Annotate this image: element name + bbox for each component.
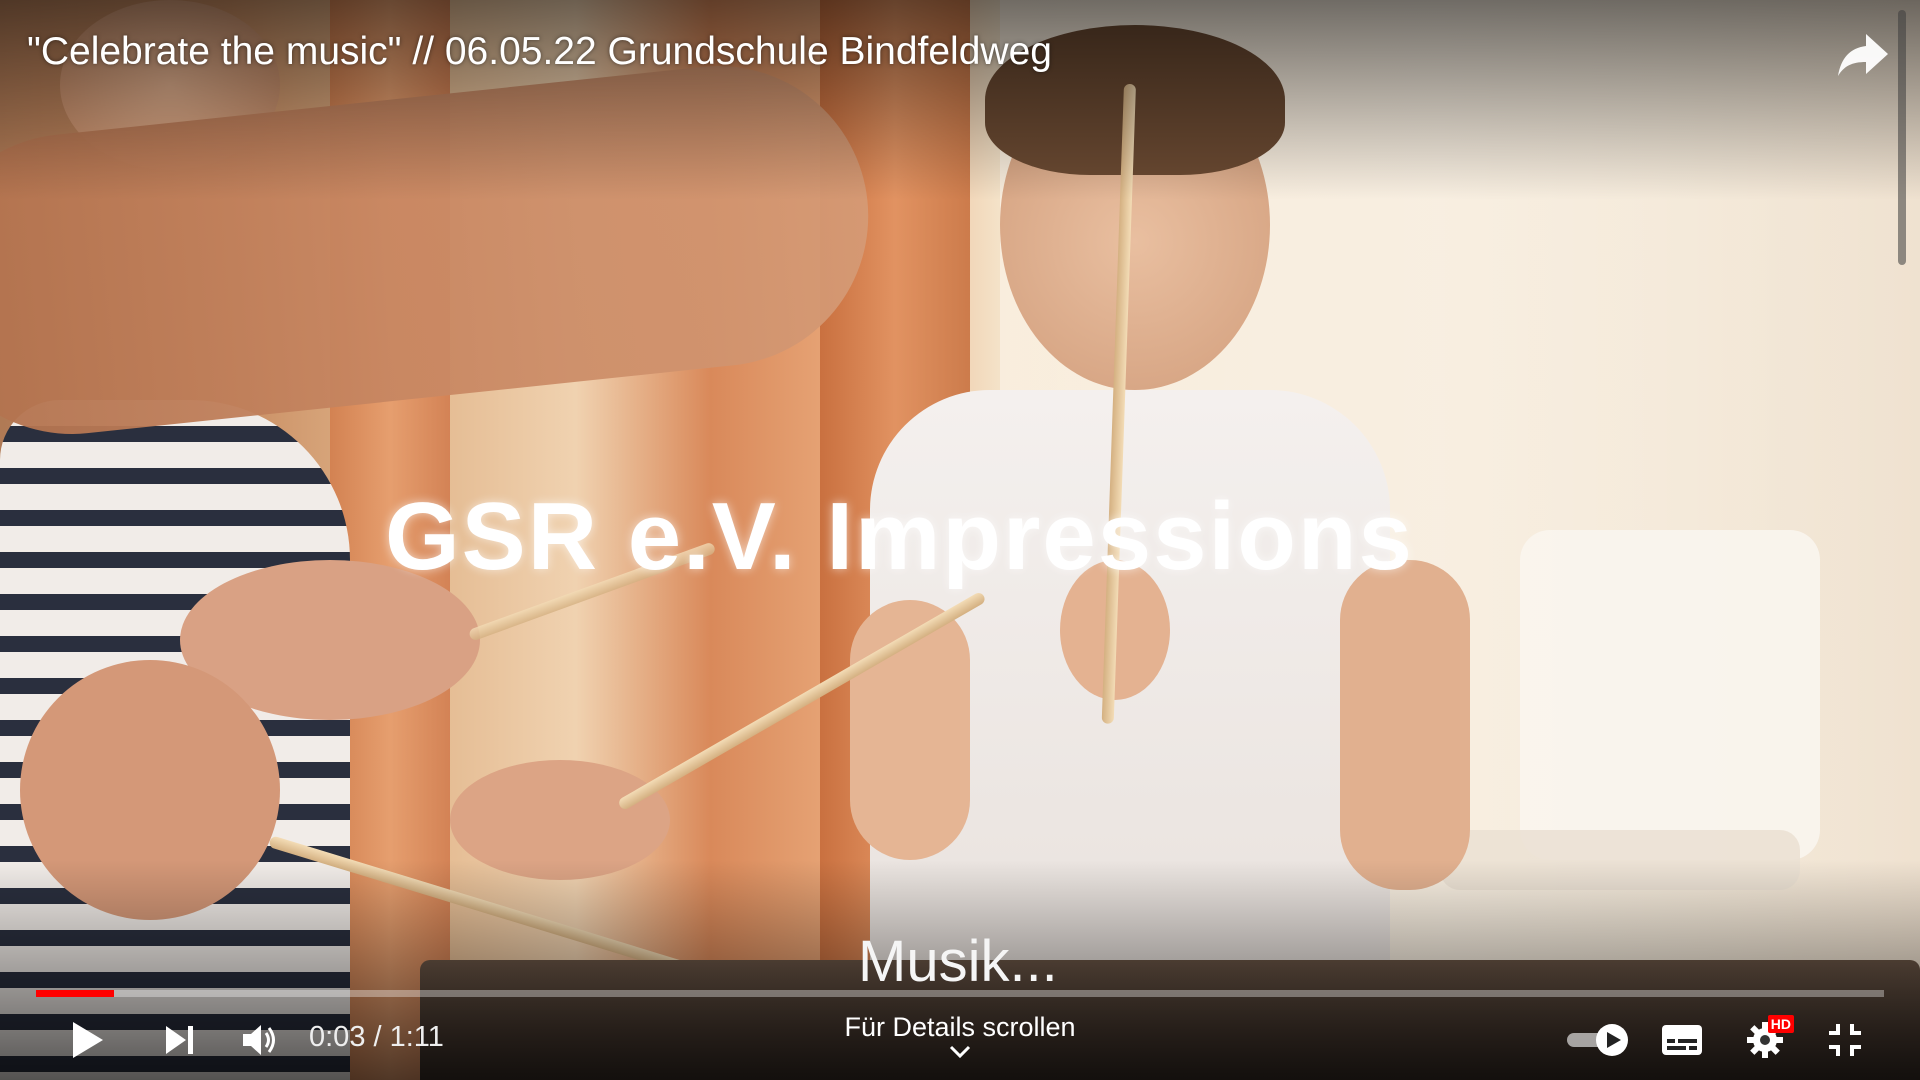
boy-arm <box>1340 560 1470 890</box>
subtitles-button[interactable] <box>1658 1014 1706 1066</box>
autoplay-toggle-icon <box>1567 1024 1628 1056</box>
video-caption-sub: Musik... <box>858 929 1058 994</box>
share-icon <box>1838 34 1888 76</box>
next-icon <box>166 1026 193 1054</box>
volume-icon <box>243 1025 275 1055</box>
hd-badge: HD <box>1767 1015 1794 1033</box>
progress-track <box>36 990 1884 997</box>
current-time: 0:03 <box>309 1021 366 1053</box>
progress-bar[interactable] <box>36 990 1884 997</box>
video-title[interactable]: "Celebrate the music" // 06.05.22 Grunds… <box>27 30 1052 74</box>
time-display: 0:03 / 1:11 <box>309 1021 444 1054</box>
page-scrollbar[interactable] <box>1898 0 1914 1080</box>
video-player[interactable]: "Celebrate the music" // 06.05.22 Grunds… <box>0 0 1920 1080</box>
details-label: Für Details scrollen <box>844 1012 1076 1042</box>
next-button[interactable] <box>154 1014 206 1066</box>
progress-played <box>36 990 114 997</box>
chair <box>1520 530 1820 860</box>
video-caption-main: GSR e.V. Impressions <box>385 483 1414 590</box>
play-icon <box>73 1022 103 1058</box>
share-button[interactable] <box>1836 30 1890 80</box>
play-button[interactable] <box>62 1014 114 1066</box>
scrollbar-thumb[interactable] <box>1898 10 1906 265</box>
settings-button[interactable]: HD <box>1742 1014 1794 1066</box>
time-separator: / <box>365 1021 390 1053</box>
scroll-for-details[interactable]: Für Details scrollen <box>840 1012 1080 1059</box>
volume-button[interactable] <box>234 1014 286 1066</box>
chevron-down-icon <box>949 1045 971 1059</box>
duration: 1:11 <box>389 1021 444 1053</box>
subtitles-icon <box>1662 1025 1702 1055</box>
exit-fullscreen-button[interactable] <box>1822 1014 1868 1066</box>
autoplay-toggle[interactable] <box>1564 1014 1632 1066</box>
exit-fullscreen-icon <box>1829 1024 1861 1056</box>
